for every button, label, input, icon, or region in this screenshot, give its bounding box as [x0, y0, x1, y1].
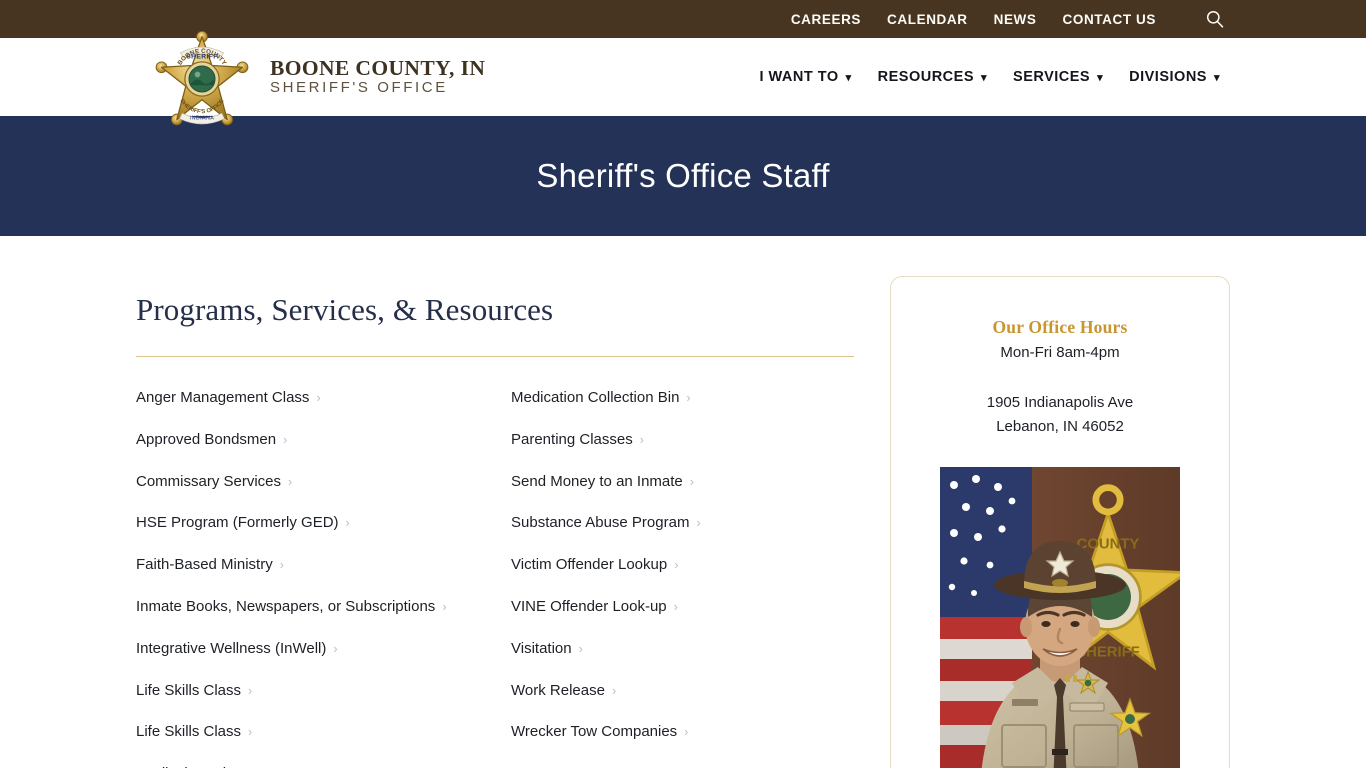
brand-text: BOONE COUNTY, IN SHERIFF'S OFFICE [270, 57, 485, 97]
chevron-right-icon: › [279, 558, 284, 573]
chevron-right-icon: › [673, 599, 678, 614]
link-label: Parenting Classes [511, 430, 633, 448]
list-item[interactable]: VINE Offender Look-up › [511, 594, 841, 620]
list-item[interactable]: Send Money to an Inmate › [511, 469, 841, 495]
link-label: Victim Offender Lookup [511, 556, 668, 574]
brand-line2: SHERIFF'S OFFICE [270, 79, 448, 96]
topbar-link-contact-us[interactable]: CONTACT US [1063, 12, 1157, 27]
link-label: Wrecker Tow Companies [511, 723, 678, 741]
list-item[interactable]: Anger Management Class › [136, 385, 466, 411]
office-hours-value: Mon-Fri 8am-4pm [1000, 344, 1120, 361]
chevron-right-icon: › [288, 474, 293, 489]
nav-label-services: SERVICES [1013, 69, 1091, 85]
link-label: HSE Program (Formerly GED) [136, 514, 339, 532]
nav-item-divisions[interactable]: DIVISIONS ▾ [1129, 69, 1220, 85]
list-item[interactable]: Parenting Classes › [511, 427, 841, 453]
sheriff-portrait: COUNTY SHERIFF [940, 466, 1180, 768]
office-hours-card: Our Office Hours Mon-Fri 8am-4pm 1905 In… [890, 276, 1230, 768]
chevron-right-icon: › [639, 432, 644, 447]
brand-home-link[interactable]: SHERIFF INDIANA BOONE COUNTY SHERIFF'S O… [136, 21, 485, 133]
address-line2: Lebanon, IN 46052 [996, 418, 1124, 436]
main-navigation: I WANT TO ▾ RESOURCES ▾ SERVICES ▾ DIVIS… [759, 69, 1220, 85]
chevron-right-icon: › [611, 683, 617, 698]
link-label: Life Skills Class [136, 723, 242, 741]
address-line1: 1905 Indianapolis Ave [986, 394, 1134, 411]
sidebar-column: Our Office Hours Mon-Fri 8am-4pm 1905 In… [890, 236, 1230, 768]
list-item[interactable]: Inmate Books, Newspapers, or Subscriptio… [136, 594, 466, 620]
page-title: Sheriff's Office Staff [536, 157, 830, 194]
sheriff-star-badge-icon: SHERIFF INDIANA BOONE COUNTY SHERIFF'S O… [148, 25, 256, 133]
nav-item-i-want-to[interactable]: I WANT TO ▾ [759, 69, 851, 85]
chevron-down-icon: ▾ [1097, 71, 1104, 84]
list-item[interactable]: Life Skills Class › [136, 719, 466, 745]
nav-label-divisions: DIVISIONS [1129, 69, 1207, 85]
list-item[interactable]: Medical Services› [136, 761, 466, 768]
chevron-right-icon: › [333, 641, 338, 656]
search-icon[interactable] [1204, 8, 1226, 30]
link-label: Anger Management Class [136, 389, 310, 406]
link-label: Send Money to an Inmate [511, 472, 683, 490]
nav-label-i-want-to: I WANT TO [759, 69, 839, 85]
brand-line1: BOONE COUNTY, IN [270, 56, 486, 81]
resource-links-left-column: Anger Management Class › Approved Bondsme… [136, 385, 511, 768]
chevron-right-icon: › [283, 432, 288, 447]
chevron-right-icon: › [248, 725, 253, 740]
chevron-right-icon: › [316, 391, 321, 405]
page-title-banner: Sheriff's Office Staff [0, 116, 1366, 236]
chevron-right-icon: › [248, 683, 253, 698]
main-column: Programs, Services, & Resources Anger Ma… [136, 236, 854, 768]
nav-item-services[interactable]: SERVICES ▾ [1013, 69, 1103, 85]
list-item[interactable]: HSE Program (Formerly GED) › [136, 510, 466, 536]
nav-item-resources[interactable]: RESOURCES ▾ [878, 69, 987, 85]
list-item[interactable]: Visitation › [511, 636, 841, 662]
chevron-right-icon: › [684, 725, 689, 740]
link-label: Faith-Based Ministry [136, 556, 273, 574]
link-label: Substance Abuse Program [511, 514, 690, 532]
page-content: Programs, Services, & Resources Anger Ma… [0, 236, 1366, 768]
link-label: Medication Collection Bin [511, 389, 680, 406]
heading-divider [136, 356, 854, 357]
resource-links-right-column: Medication Collection Bin › Parenting Cla… [511, 385, 854, 768]
list-item[interactable]: Work Release › [511, 678, 841, 704]
topbar-link-calendar[interactable]: CALENDAR [887, 12, 968, 27]
section-heading: Programs, Services, & Resources [136, 292, 554, 327]
list-item[interactable]: Victim Offender Lookup › [511, 552, 841, 578]
chevron-down-icon: ▾ [1213, 71, 1220, 84]
list-item[interactable]: Integrative Wellness (InWell) › [136, 636, 466, 662]
resource-links-grid: Anger Management Class › Approved Bondsme… [136, 385, 854, 768]
list-item[interactable]: Wrecker Tow Companies › [511, 719, 841, 745]
list-item[interactable]: Substance Abuse Program › [511, 510, 841, 536]
chevron-right-icon: › [345, 516, 350, 531]
svg-text:COUNTY: COUNTY [1077, 536, 1140, 552]
link-label: Commissary Services [136, 472, 282, 490]
link-label: Work Release [511, 681, 605, 699]
link-label: Approved Bondsmen [136, 430, 277, 448]
link-label: Integrative Wellness (InWell) [136, 639, 327, 657]
link-label: Life Skills Class [136, 681, 242, 699]
list-item[interactable]: Life Skills Class › [136, 678, 466, 704]
link-label: Inmate Books, Newspapers, or Subscriptio… [136, 597, 436, 615]
chevron-right-icon: › [674, 558, 679, 573]
list-item[interactable]: Approved Bondsmen › [136, 427, 466, 453]
chevron-right-icon: › [442, 599, 447, 614]
chevron-down-icon: ▾ [981, 71, 988, 84]
list-item[interactable]: Medication Collection Bin › [511, 385, 841, 411]
chevron-right-icon: › [578, 641, 583, 656]
topbar-link-news[interactable]: NEWS [994, 12, 1037, 27]
nav-label-resources: RESOURCES [877, 69, 974, 85]
office-address: 1905 Indianapolis Ave Lebanon, IN 46052 [919, 391, 1201, 440]
chevron-right-icon: › [689, 474, 694, 489]
chevron-down-icon: ▾ [845, 71, 852, 84]
list-item[interactable]: Faith-Based Ministry › [136, 552, 466, 578]
site-header: SHERIFF INDIANA BOONE COUNTY SHERIFF'S O… [0, 30, 1366, 126]
link-label: VINE Offender Look-up [511, 597, 667, 615]
svg-text:INDIANA: INDIANA [190, 116, 214, 122]
list-item[interactable]: Commissary Services › [136, 469, 466, 495]
card-title: Our Office Hours [992, 317, 1128, 337]
chevron-right-icon: › [686, 391, 691, 405]
link-label: Visitation [511, 639, 572, 657]
topbar-links: CAREERS CALENDAR NEWS CONTACT US [791, 8, 1226, 30]
chevron-right-icon: › [696, 516, 701, 531]
topbar-link-careers[interactable]: CAREERS [791, 12, 861, 27]
